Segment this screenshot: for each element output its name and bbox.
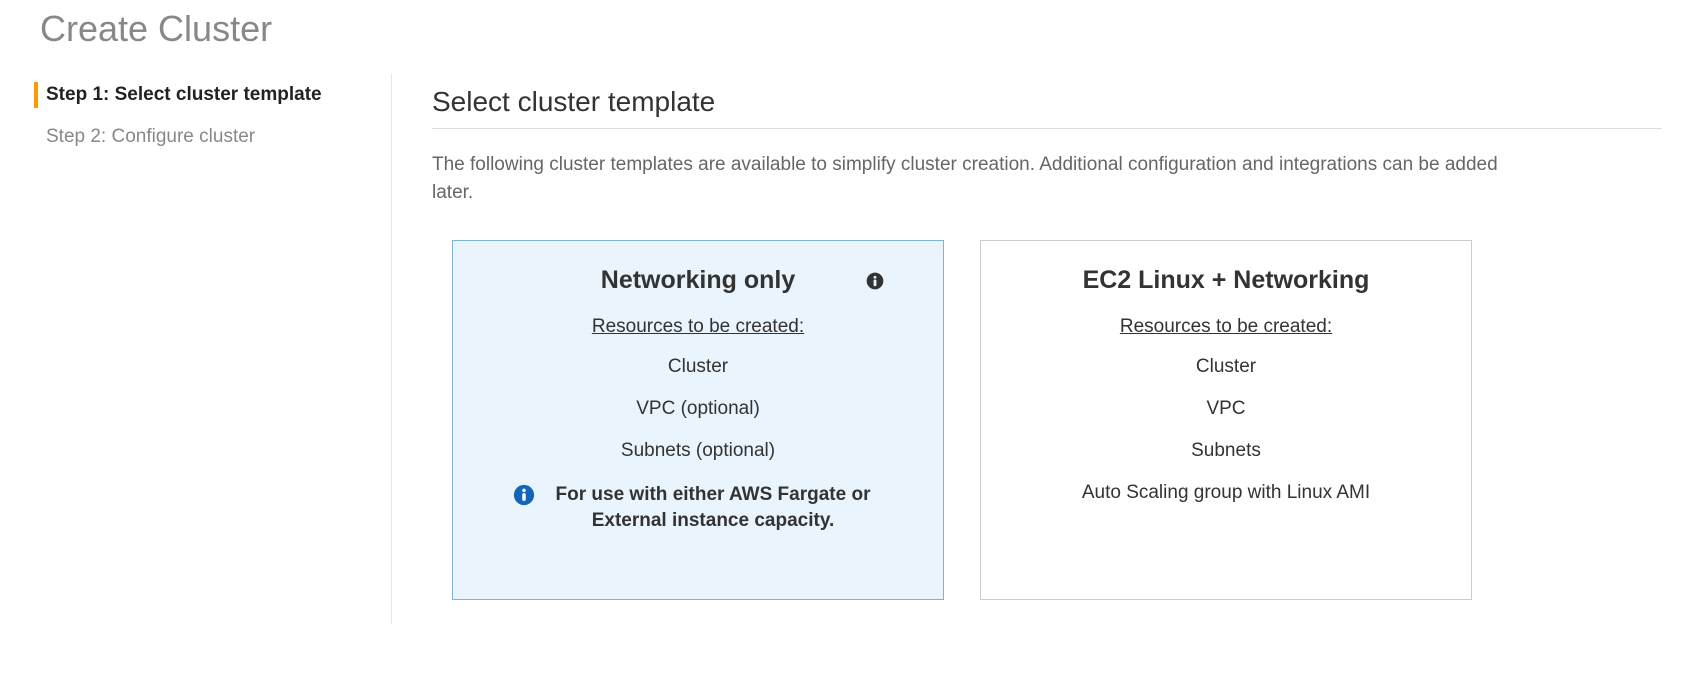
page-title: Create Cluster	[0, 0, 1702, 74]
wizard-step-1[interactable]: Step 1: Select cluster template	[34, 74, 381, 116]
section-description: The following cluster templates are avai…	[432, 151, 1532, 206]
template-card-ec2-linux-networking[interactable]: EC2 Linux + Networking Resources to be c…	[980, 240, 1472, 600]
wizard-steps-sidebar: Step 1: Select cluster template Step 2: …	[0, 74, 392, 624]
section-title: Select cluster template	[432, 86, 1662, 118]
info-icon	[513, 484, 535, 506]
resources-label: Resources to be created:	[1005, 316, 1447, 338]
resource-item: Subnets	[1005, 440, 1447, 462]
wizard-step-label: Step 2: Configure cluster	[46, 126, 255, 147]
resource-item: VPC (optional)	[477, 398, 919, 420]
resource-item: Cluster	[477, 356, 919, 378]
wizard-step-2[interactable]: Step 2: Configure cluster	[34, 116, 381, 158]
resource-item: Cluster	[1005, 356, 1447, 378]
template-note: For use with either AWS Fargate or Exter…	[477, 482, 919, 533]
template-card-title: Networking only	[477, 265, 919, 296]
template-note-text: For use with either AWS Fargate or Exter…	[543, 482, 883, 533]
resources-label: Resources to be created:	[477, 316, 919, 338]
template-card-networking-only[interactable]: Networking only Resources to be created:…	[452, 240, 944, 600]
wizard-step-label: Step 1: Select cluster template	[46, 84, 322, 105]
resource-item: Subnets (optional)	[477, 440, 919, 462]
template-card-row: Networking only Resources to be created:…	[432, 240, 1662, 600]
section-divider	[432, 128, 1662, 129]
resource-item: Auto Scaling group with Linux AMI	[1005, 482, 1447, 504]
resource-item: VPC	[1005, 398, 1447, 420]
main-content: Select cluster template The following cl…	[392, 74, 1702, 624]
template-card-title: EC2 Linux + Networking	[1005, 265, 1447, 296]
info-icon[interactable]	[865, 271, 885, 291]
